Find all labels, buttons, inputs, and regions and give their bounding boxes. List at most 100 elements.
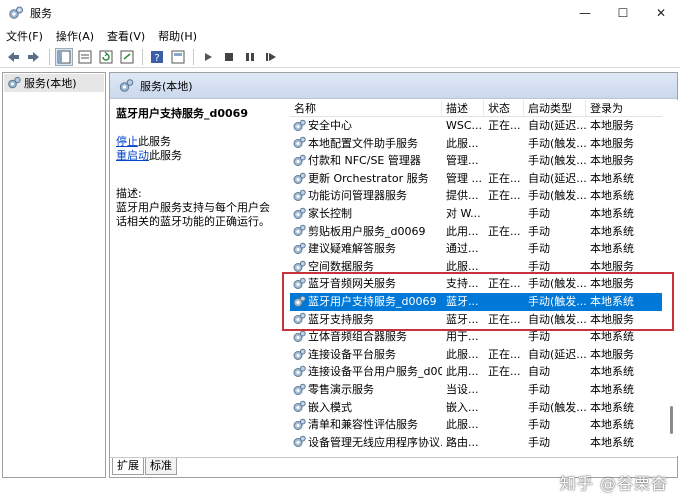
- table-row[interactable]: 清单和兼容性评估服务 此服... 手动 本地系统: [290, 416, 662, 434]
- menu-help[interactable]: 帮助(H): [158, 28, 197, 44]
- table-row[interactable]: 本地配置文件助手服务 此服... 手动(触发... 本地服务: [290, 135, 662, 153]
- list-header: ⌃ 名称 描述 状态 启动类型 登录为: [290, 100, 662, 117]
- service-name-cell: 连接设备平台服务: [290, 346, 442, 364]
- column-logon-as[interactable]: 登录为: [586, 100, 662, 117]
- service-name-cell: 家长控制: [290, 205, 442, 223]
- table-row[interactable]: 空间数据服务 此服... 手动 本地服务: [290, 258, 662, 276]
- table-row[interactable]: 立体音频组合器服务 用于... 手动 本地系统: [290, 328, 662, 346]
- service-logon-as: 本地系统: [590, 382, 634, 396]
- description-label: 描述:: [116, 187, 142, 200]
- service-status: 正在...: [488, 365, 521, 379]
- console-tree-icon[interactable]: [55, 47, 73, 66]
- table-row[interactable]: 建议疑难解答服务 通过... 手动 本地系统: [290, 240, 662, 258]
- service-gear-icon: [293, 313, 306, 325]
- service-name: 立体音频组合器服务: [308, 330, 407, 344]
- service-gear-icon: [293, 207, 306, 219]
- column-startup-type[interactable]: 启动类型: [524, 100, 586, 117]
- service-name: 更新 Orchestrator 服务: [308, 171, 429, 185]
- service-gear-icon: [293, 383, 306, 395]
- pause-icon[interactable]: [241, 48, 259, 66]
- service-name: 蓝牙支持服务: [308, 312, 374, 326]
- service-gear-icon: [293, 172, 306, 184]
- table-row[interactable]: 更新 Orchestrator 服务 管理 ... 正在... 自动(延迟... 本地系…: [290, 170, 662, 188]
- service-name: 嵌入模式: [308, 400, 352, 414]
- service-logon-as: 本地服务: [590, 347, 634, 361]
- service-name: 家长控制: [308, 206, 352, 220]
- table-row[interactable]: 设备管理无线应用程序协议... 路由... 手动 本地系统: [290, 434, 662, 452]
- service-status: 正在...: [488, 189, 521, 203]
- stop-service-link[interactable]: 停止: [116, 135, 138, 148]
- service-description: 管理 ...: [446, 171, 482, 185]
- table-row[interactable]: 连接设备平台服务 此服... 正在... 自动(延迟... 本地服务: [290, 346, 662, 364]
- service-name-cell: 本地配置文件助手服务: [290, 135, 442, 153]
- service-logon-as: 本地系统: [590, 294, 634, 308]
- service-startup-type: 自动(延迟...: [528, 347, 586, 361]
- title-bar: 服务 — ☐ ✕: [0, 0, 680, 26]
- service-description: 此服...: [446, 136, 479, 150]
- tree-item-services-local[interactable]: 服务(本地): [4, 74, 104, 92]
- service-gear-icon: [293, 242, 306, 254]
- back-arrow-icon[interactable]: [4, 48, 22, 66]
- column-status[interactable]: 状态: [484, 100, 524, 117]
- service-logon-as: 本地服务: [590, 259, 634, 273]
- table-row[interactable]: 嵌入模式 嵌入... 手动(触发... 本地系统: [290, 399, 662, 417]
- service-logon-as: 本地系统: [590, 171, 634, 185]
- service-name: 安全中心: [308, 119, 352, 132]
- service-startup-type: 手动: [528, 435, 550, 449]
- properties-icon[interactable]: [76, 48, 94, 66]
- table-row[interactable]: 蓝牙支持服务 蓝牙... 正在... 自动(触发... 本地服务: [290, 311, 662, 329]
- service-logon-as: 本地系统: [590, 242, 634, 256]
- svg-text:?: ?: [154, 53, 159, 64]
- service-name: 设备管理无线应用程序协议...: [308, 435, 442, 449]
- minimize-button[interactable]: —: [566, 0, 604, 26]
- column-name[interactable]: 名称: [290, 100, 442, 117]
- scrollbar-thumb[interactable]: [670, 406, 673, 434]
- service-startup-type: 自动(延迟...: [528, 119, 586, 132]
- help-icon[interactable]: ?: [148, 48, 166, 66]
- service-gear-icon: [293, 365, 306, 378]
- service-startup-type: 手动: [528, 418, 550, 432]
- table-row[interactable]: 蓝牙音频网关服务 支持... 正在... 手动(触发... 本地服务: [290, 275, 662, 293]
- services-gear-icon: [9, 6, 23, 19]
- tab-standard[interactable]: 标准: [145, 458, 177, 475]
- service-name: 连接设备平台用户服务_d00...: [308, 365, 442, 379]
- service-name-cell: 立体音频组合器服务: [290, 328, 442, 346]
- restart-service-link[interactable]: 重启动: [116, 149, 149, 162]
- column-description[interactable]: 描述: [442, 100, 484, 117]
- tab-extended[interactable]: 扩展: [112, 458, 144, 475]
- services-list: ⌃ 名称 描述 状态 启动类型 登录为 安全中心 WSC... 正在... 自动(延迟…: [290, 100, 662, 456]
- forward-arrow-icon[interactable]: [25, 48, 43, 66]
- close-button[interactable]: ✕: [642, 0, 680, 26]
- stop-icon[interactable]: [220, 48, 238, 66]
- table-row[interactable]: 家长控制 对 W... 手动 本地系统: [290, 205, 662, 223]
- service-logon-as: 本地服务: [590, 312, 634, 326]
- table-row[interactable]: 零售演示服务 当设... 手动 本地系统: [290, 381, 662, 399]
- table-row[interactable]: 安全中心 WSC... 正在... 自动(延迟... 本地服务: [290, 117, 662, 135]
- menu-file[interactable]: 文件(F): [6, 28, 43, 44]
- table-row[interactable]: 连接设备平台用户服务_d00... 此用... 正在... 自动 本地系统: [290, 363, 662, 381]
- menu-view[interactable]: 查看(V): [107, 28, 145, 44]
- refresh-icon[interactable]: [97, 48, 115, 66]
- restart-icon[interactable]: [262, 48, 280, 66]
- service-details-panel: 蓝牙用户支持服务_d0069 停止此服务 重启动此服务 描述: 蓝牙用户服务支持…: [110, 100, 286, 456]
- view-icon[interactable]: [169, 48, 187, 66]
- play-icon[interactable]: [199, 48, 217, 66]
- service-name-cell: 设备管理无线应用程序协议...: [290, 434, 442, 452]
- service-status: 正在...: [488, 171, 521, 185]
- service-description: 此服...: [446, 347, 479, 361]
- table-row[interactable]: 剪贴板用户服务_d0069 此用... 正在... 手动 本地系统: [290, 223, 662, 241]
- service-gear-icon: [293, 418, 306, 430]
- table-row[interactable]: 功能访问管理器服务 提供... 正在... 手动(触发... 本地系统: [290, 187, 662, 205]
- service-startup-type: 手动: [528, 224, 550, 238]
- services-gear-icon: [119, 78, 134, 92]
- menu-action[interactable]: 操作(A): [56, 28, 94, 44]
- export-icon[interactable]: [118, 48, 136, 66]
- table-row[interactable]: 蓝牙用户支持服务_d0069 蓝牙... 手动(触发... 本地系统: [290, 292, 662, 311]
- maximize-button[interactable]: ☐: [604, 0, 642, 26]
- service-name-cell: 连接设备平台用户服务_d00...: [290, 363, 442, 381]
- table-row[interactable]: 付款和 NFC/SE 管理器 管理... 手动(触发... 本地服务: [290, 152, 662, 170]
- selected-service-title: 蓝牙用户支持服务_d0069: [116, 107, 248, 120]
- vertical-scrollbar[interactable]: [664, 100, 678, 456]
- service-logon-as: 本地服务: [590, 119, 634, 132]
- stop-service-suffix: 此服务: [138, 135, 171, 148]
